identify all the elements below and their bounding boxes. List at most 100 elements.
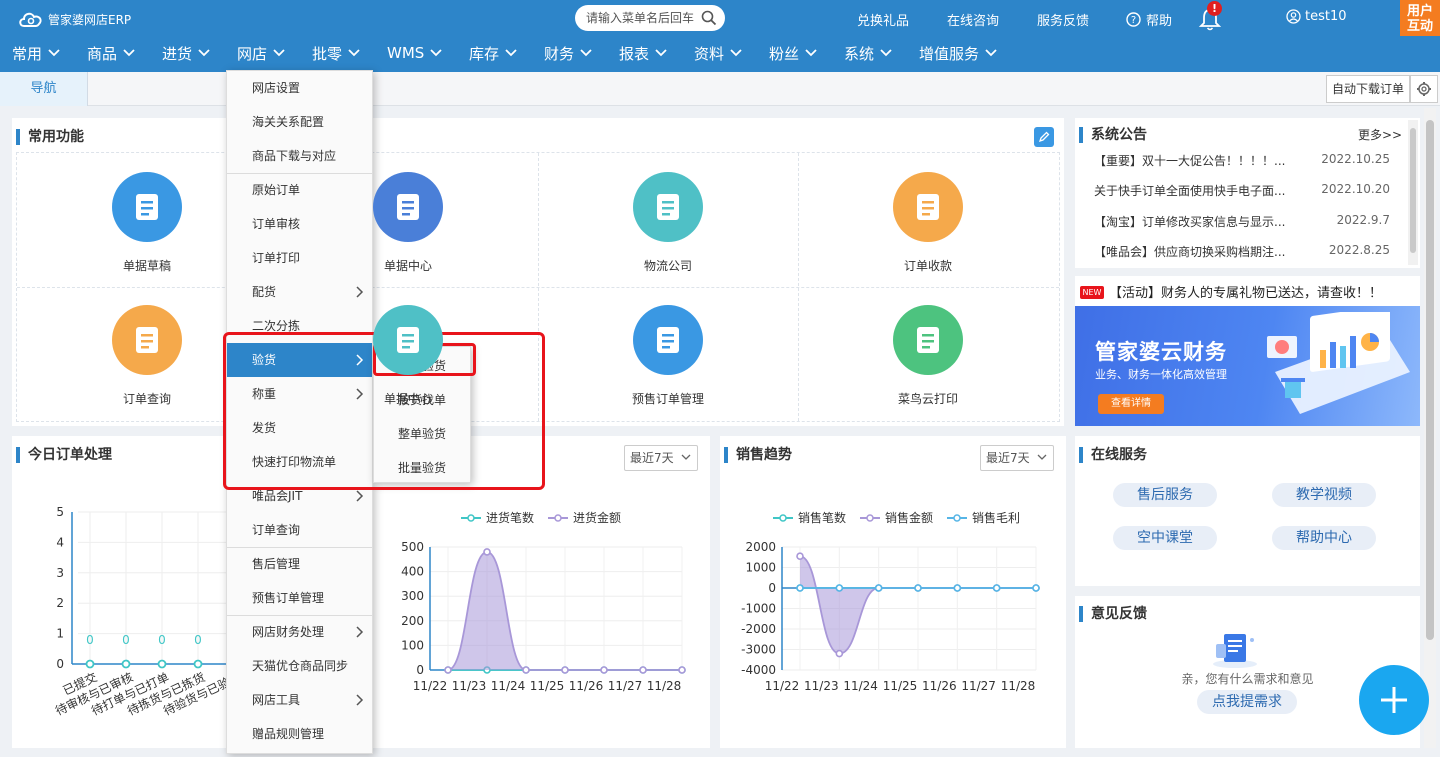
menu-item-3[interactable]: 原始订单 bbox=[227, 173, 372, 207]
menu-item-label: 预售订单管理 bbox=[252, 591, 325, 605]
scan-shortcut[interactable] bbox=[373, 305, 443, 375]
legend-label[interactable]: 进货金额 bbox=[573, 510, 621, 525]
box-shortcut[interactable] bbox=[112, 305, 182, 375]
user-menu[interactable]: test10 bbox=[1286, 9, 1347, 24]
nav-item-1[interactable]: 商品 bbox=[87, 38, 135, 68]
legend-label[interactable]: 销售金额 bbox=[885, 510, 933, 525]
help-center-button[interactable]: 帮助中心 bbox=[1272, 526, 1376, 550]
shortcut-label[interactable]: 单据中心 bbox=[308, 390, 508, 407]
activity-text[interactable]: 【活动】财务人的专属礼物已送达，请查收！！ bbox=[1109, 282, 1382, 301]
service-feedback-link[interactable]: 服务反馈 bbox=[1037, 10, 1089, 29]
nav-item-0[interactable]: 常用 bbox=[12, 38, 60, 68]
x-tick-label: 11/23 bbox=[804, 679, 839, 693]
data-point bbox=[157, 659, 167, 669]
print-shortcut[interactable] bbox=[893, 305, 963, 375]
sales-period-select[interactable]: 最近7天 bbox=[980, 445, 1054, 471]
menu-item-0[interactable]: 网店设置 bbox=[227, 71, 372, 105]
nav-item-10[interactable]: 粉丝 bbox=[769, 38, 817, 68]
money-shortcut[interactable] bbox=[893, 172, 963, 242]
user-interact-button[interactable]: 用户 互动 bbox=[1400, 0, 1440, 36]
shortcut-label[interactable]: 单据中心 bbox=[308, 257, 508, 274]
promo-detail-button[interactable]: 查看详情 bbox=[1098, 394, 1164, 414]
doc-shortcut[interactable] bbox=[112, 172, 182, 242]
announcement-item[interactable]: 【唯品会】供应商切换采购档期注... bbox=[1094, 243, 1309, 260]
nav-item-5[interactable]: WMS bbox=[387, 38, 442, 68]
shortcut-label[interactable]: 预售订单管理 bbox=[568, 390, 768, 407]
chevron-down-icon bbox=[123, 49, 135, 57]
announcement-scrollbar[interactable] bbox=[1408, 120, 1418, 265]
menu-item-19[interactable]: 赠品规则管理 bbox=[227, 717, 372, 751]
nav-item-4[interactable]: 批零 bbox=[312, 38, 360, 68]
menu-item-15[interactable]: 预售订单管理 bbox=[227, 581, 372, 615]
nav-item-12[interactable]: 增值服务 bbox=[919, 38, 997, 68]
nav-item-11[interactable]: 系统 bbox=[844, 38, 892, 68]
menu-item-18[interactable]: 网店工具 bbox=[227, 683, 372, 717]
menu-item-label: 网店设置 bbox=[252, 81, 301, 95]
legend-label[interactable]: 销售毛利 bbox=[972, 510, 1020, 525]
online-consult-link[interactable]: 在线咨询 bbox=[947, 10, 999, 29]
menu-item-4[interactable]: 订单审核 bbox=[227, 207, 372, 241]
chevron-down-icon bbox=[580, 49, 592, 57]
announcement-item[interactable]: 关于快手订单全面使用快手电子面... bbox=[1094, 182, 1309, 199]
shortcut-label[interactable]: 单据草稿 bbox=[47, 257, 247, 274]
nav-item-2[interactable]: 进货 bbox=[162, 38, 210, 68]
user-interact-label: 用户 互动 bbox=[1406, 4, 1433, 34]
menu-item-1[interactable]: 海关关系配置 bbox=[227, 105, 372, 139]
menu-item-label: 海关关系配置 bbox=[252, 115, 325, 129]
online-service-title: 在线服务 bbox=[1079, 447, 1147, 463]
nav-item-8[interactable]: 报表 bbox=[619, 38, 667, 68]
menu-item-label: 赠品规则管理 bbox=[252, 727, 325, 741]
settings-button[interactable] bbox=[1410, 75, 1438, 103]
announcement-item[interactable]: 【淘宝】订单修改买家信息与显示... bbox=[1094, 213, 1309, 230]
help-link[interactable]: ? 帮助 bbox=[1126, 10, 1172, 29]
menu-search-input[interactable]: 请输入菜单名后回车 bbox=[575, 5, 725, 31]
announcement-date: 2022.10.25 bbox=[1321, 152, 1390, 166]
data-point bbox=[796, 552, 804, 561]
truck-shortcut[interactable] bbox=[633, 172, 703, 242]
legend-label[interactable]: 销售笔数 bbox=[798, 510, 846, 525]
shortcut-label[interactable]: 订单查询 bbox=[47, 390, 247, 407]
tutorial-video-button[interactable]: 教学视频 bbox=[1272, 483, 1376, 507]
scrollbar-thumb[interactable] bbox=[1426, 120, 1434, 640]
x-tick-label: 11/22 bbox=[413, 679, 448, 693]
after-sales-button[interactable]: 售后服务 bbox=[1113, 483, 1217, 507]
chevron-right-icon bbox=[356, 626, 364, 638]
page-scrollbar[interactable] bbox=[1424, 108, 1436, 748]
announcement-item[interactable]: 【重要】双十一大促公告！！！！... bbox=[1094, 152, 1309, 169]
menu-item-6[interactable]: 配货 bbox=[227, 275, 372, 309]
online-class-button[interactable]: 空中课堂 bbox=[1113, 526, 1217, 550]
nav-item-3[interactable]: 网店 bbox=[237, 38, 285, 68]
submit-request-button[interactable]: 点我提需求 bbox=[1197, 690, 1297, 714]
announcement-more-link[interactable]: 更多>> bbox=[1358, 126, 1402, 143]
notification-bell[interactable]: ! bbox=[1198, 1, 1222, 36]
edit-button[interactable] bbox=[1034, 127, 1054, 147]
menu-item-14[interactable]: 售后管理 bbox=[227, 547, 372, 581]
search-icon[interactable] bbox=[701, 10, 717, 26]
shortcut-label[interactable]: 订单收款 bbox=[828, 257, 1028, 274]
auto-download-orders-button[interactable]: 自动下载订单 bbox=[1326, 75, 1410, 103]
data-point bbox=[1032, 584, 1040, 592]
add-floating-button[interactable] bbox=[1359, 665, 1429, 735]
app-logo[interactable]: 管家婆网店ERP bbox=[18, 8, 131, 30]
shortcut-label[interactable]: 菜鸟云打印 bbox=[828, 390, 1028, 407]
sales-period-value: 最近7天 bbox=[986, 451, 1030, 465]
shortcut-label[interactable]: 物流公司 bbox=[568, 257, 768, 274]
nav-label: 资料 bbox=[694, 44, 725, 63]
nav-item-7[interactable]: 财务 bbox=[544, 38, 592, 68]
nav-item-9[interactable]: 资料 bbox=[694, 38, 742, 68]
warehouse-shortcut[interactable] bbox=[373, 172, 443, 242]
tab-navigation[interactable]: 导航 bbox=[0, 72, 88, 106]
menu-item-17[interactable]: 天猫优仓商品同步 bbox=[227, 649, 372, 683]
menu-item-13[interactable]: 订单查询 bbox=[227, 513, 372, 547]
nav-item-6[interactable]: 库存 bbox=[469, 38, 517, 68]
promo-banner[interactable]: 管家婆云财务 业务、财务一体化高效管理 查看详情 bbox=[1075, 306, 1420, 426]
y-tick-label: 1 bbox=[56, 627, 64, 641]
nav-label: 进货 bbox=[162, 44, 193, 63]
menu-item-16[interactable]: 网店财务处理 bbox=[227, 615, 372, 649]
menu-item-label: 网店财务处理 bbox=[252, 625, 325, 639]
exchange-gift-link[interactable]: 兑换礼品 bbox=[857, 10, 909, 29]
user-gear-shortcut[interactable] bbox=[633, 305, 703, 375]
menu-item-2[interactable]: 商品下载与对应 bbox=[227, 139, 372, 173]
purchase-period-select[interactable]: 最近7天 bbox=[624, 445, 698, 471]
legend-label[interactable]: 进货笔数 bbox=[486, 510, 534, 525]
